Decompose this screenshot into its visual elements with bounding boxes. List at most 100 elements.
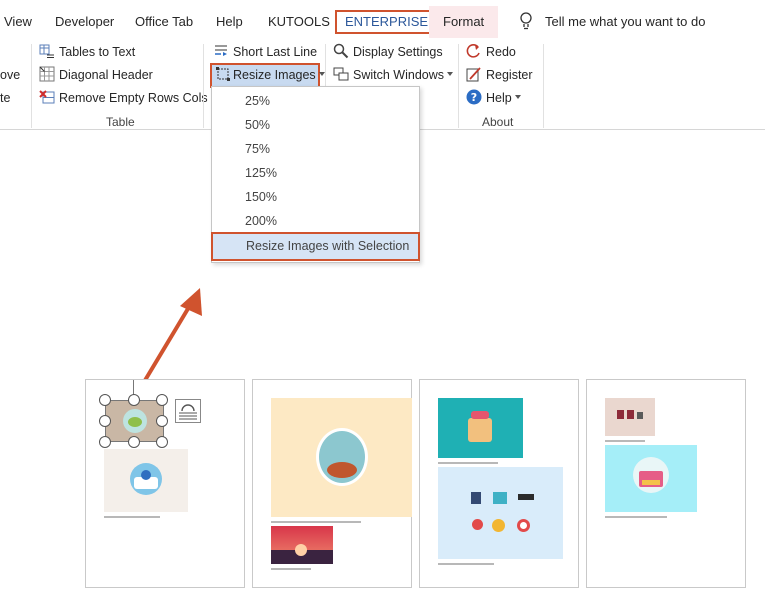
resize-handle[interactable] bbox=[156, 415, 168, 427]
ribbon-partial-item-1[interactable]: ove bbox=[0, 65, 20, 86]
switch-windows-label: Switch Windows bbox=[353, 68, 444, 82]
resize-option-75[interactable]: 75% bbox=[212, 137, 419, 161]
redo-icon bbox=[466, 44, 480, 58]
resize-handle[interactable] bbox=[99, 415, 111, 427]
chevron-down-icon bbox=[447, 72, 453, 76]
image-caption bbox=[271, 521, 361, 523]
image-content bbox=[617, 410, 624, 419]
tab-office-tab[interactable]: Office Tab bbox=[131, 10, 197, 34]
resize-handle[interactable] bbox=[156, 394, 168, 406]
ribbon-separator bbox=[31, 44, 32, 128]
redo-button[interactable]: Redo bbox=[466, 42, 516, 63]
help-label: Help bbox=[486, 91, 512, 105]
resize-handle[interactable] bbox=[128, 394, 140, 406]
document-image[interactable] bbox=[438, 467, 563, 559]
document-image[interactable] bbox=[605, 398, 655, 436]
document-page-2 bbox=[252, 379, 412, 588]
image-content bbox=[471, 411, 489, 419]
document-page-3 bbox=[419, 379, 579, 588]
document-image[interactable] bbox=[438, 398, 523, 458]
image-content bbox=[642, 480, 660, 485]
lightbulb-icon bbox=[520, 12, 532, 30]
image-content bbox=[492, 519, 505, 532]
display-settings-button[interactable]: Display Settings bbox=[333, 42, 443, 63]
image-content bbox=[517, 519, 530, 532]
resize-option-200[interactable]: 200% bbox=[212, 209, 419, 233]
image-caption bbox=[605, 516, 667, 518]
image-content bbox=[637, 412, 643, 419]
ribbon-separator bbox=[203, 44, 204, 128]
diagonal-header-icon bbox=[39, 66, 55, 82]
image-content bbox=[493, 492, 507, 504]
image-content bbox=[627, 410, 634, 419]
register-icon bbox=[466, 67, 481, 82]
about-group-label: About bbox=[482, 115, 514, 129]
chevron-down-icon bbox=[318, 72, 325, 76]
document-image[interactable] bbox=[271, 398, 412, 517]
resize-images-button[interactable]: Resize Images bbox=[210, 63, 325, 88]
image-content bbox=[327, 462, 357, 478]
resize-handle[interactable] bbox=[156, 436, 168, 448]
help-menu-button[interactable]: ? Help bbox=[466, 88, 521, 109]
document-image[interactable] bbox=[104, 449, 188, 512]
tab-enterprise[interactable]: ENTERPRISE bbox=[335, 10, 439, 34]
short-last-line-label: Short Last Line bbox=[233, 45, 318, 59]
svg-text:?: ? bbox=[471, 91, 477, 104]
tab-view[interactable]: View bbox=[0, 10, 36, 34]
resize-option-25[interactable]: 25% bbox=[212, 89, 419, 113]
tell-me-search[interactable]: Tell me what you want to do bbox=[519, 10, 705, 34]
annotation-arrow bbox=[142, 288, 202, 384]
register-button[interactable]: Register bbox=[466, 65, 533, 86]
remove-empty-rows-cols-button[interactable]: Remove Empty Rows Cols bbox=[39, 88, 208, 109]
image-content bbox=[468, 418, 492, 442]
tab-developer[interactable]: Developer bbox=[51, 10, 118, 34]
switch-windows-button[interactable]: Switch Windows bbox=[333, 65, 453, 86]
resize-handle[interactable] bbox=[128, 436, 140, 448]
resize-option-50[interactable]: 50% bbox=[212, 113, 419, 137]
chevron-down-icon bbox=[514, 95, 521, 99]
tab-kutools[interactable]: KUTOOLS bbox=[264, 10, 334, 34]
image-content bbox=[518, 494, 534, 500]
ribbon-tab-strip: View Developer Office Tab Help KUTOOLS E… bbox=[0, 0, 765, 40]
image-content bbox=[128, 417, 142, 427]
document-page-4 bbox=[586, 379, 746, 588]
tab-format[interactable]: Format bbox=[429, 6, 499, 38]
resize-images-label: Resize Images bbox=[233, 68, 316, 82]
tab-help[interactable]: Help bbox=[212, 10, 247, 34]
image-caption bbox=[104, 516, 160, 518]
remove-rows-icon bbox=[39, 90, 55, 104]
resize-with-selection-option[interactable]: Resize Images with Selection bbox=[211, 232, 420, 261]
diagonal-header-label: Diagonal Header bbox=[59, 68, 153, 82]
image-content bbox=[471, 492, 481, 504]
windows-icon bbox=[333, 67, 349, 81]
resize-option-125[interactable]: 125% bbox=[212, 161, 419, 185]
image-caption bbox=[438, 462, 498, 464]
document-image[interactable] bbox=[271, 526, 333, 564]
ribbon-separator bbox=[543, 44, 544, 128]
redo-label: Redo bbox=[486, 45, 516, 59]
document-image[interactable] bbox=[605, 445, 697, 512]
image-content bbox=[472, 519, 483, 530]
tables-to-text-button[interactable]: Tables to Text bbox=[39, 42, 135, 63]
help-icon: ? bbox=[466, 89, 482, 105]
image-caption bbox=[271, 568, 311, 570]
resize-handle[interactable] bbox=[99, 436, 111, 448]
layout-options-icon[interactable] bbox=[175, 399, 201, 423]
image-caption bbox=[438, 563, 494, 565]
document-page-1 bbox=[85, 379, 245, 588]
image-content bbox=[141, 470, 151, 480]
resize-image-icon bbox=[216, 67, 230, 81]
resize-option-150[interactable]: 150% bbox=[212, 185, 419, 209]
resize-handle[interactable] bbox=[99, 394, 111, 406]
diagonal-header-button[interactable]: Diagonal Header bbox=[39, 65, 153, 86]
short-last-line-button[interactable]: Short Last Line bbox=[213, 42, 317, 63]
remove-empty-rows-cols-label: Remove Empty Rows Cols bbox=[59, 91, 208, 105]
image-content bbox=[295, 544, 307, 556]
table-text-icon bbox=[39, 44, 54, 58]
resize-images-menu: 25% 50% 75% 125% 150% 200% Resize Images… bbox=[211, 86, 420, 263]
table-group-label: Table bbox=[106, 115, 135, 129]
ribbon-partial-item-2[interactable]: te bbox=[0, 88, 10, 109]
tell-me-label: Tell me what you want to do bbox=[545, 14, 706, 29]
register-label: Register bbox=[486, 68, 533, 82]
display-settings-label: Display Settings bbox=[353, 45, 443, 59]
